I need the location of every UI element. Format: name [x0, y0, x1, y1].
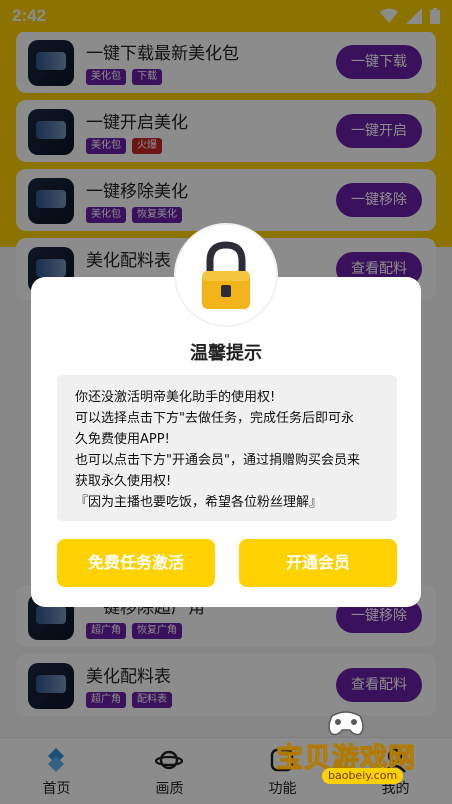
- message-line: 可以选择点击下方"去做任务，完成任务后即可永: [75, 411, 354, 426]
- open-vip-button[interactable]: 开通会员: [239, 539, 397, 587]
- free-task-activate-button[interactable]: 免费任务激活: [57, 539, 215, 587]
- message-line: 你还没激活明帝美化助手的使用权!: [75, 390, 276, 405]
- lock-icon: [202, 241, 250, 309]
- game-controller-icon: [328, 711, 364, 736]
- dialog-message: 你还没激活明帝美化助手的使用权! 可以选择点击下方"去做任务，完成任务后即可永 …: [57, 375, 397, 521]
- watermark-url: baobeiy.com: [322, 768, 404, 784]
- lock-badge: [176, 225, 276, 325]
- message-line: 获取永久使用权!: [75, 474, 172, 489]
- watermark-logo: 宝贝游戏网 baobeiy.com: [262, 710, 442, 790]
- message-line: 『因为主播也要吃饭，希望各位粉丝理解』: [75, 495, 323, 510]
- dialog-title: 温馨提示: [190, 343, 262, 364]
- message-line: 也可以点击下方"开通会员"，通过捐赠购买会员来: [75, 453, 360, 468]
- message-line: 久免费使用APP!: [75, 432, 170, 447]
- activation-dialog: 温馨提示 你还没激活明帝美化助手的使用权! 可以选择点击下方"去做任务，完成任务…: [31, 277, 421, 607]
